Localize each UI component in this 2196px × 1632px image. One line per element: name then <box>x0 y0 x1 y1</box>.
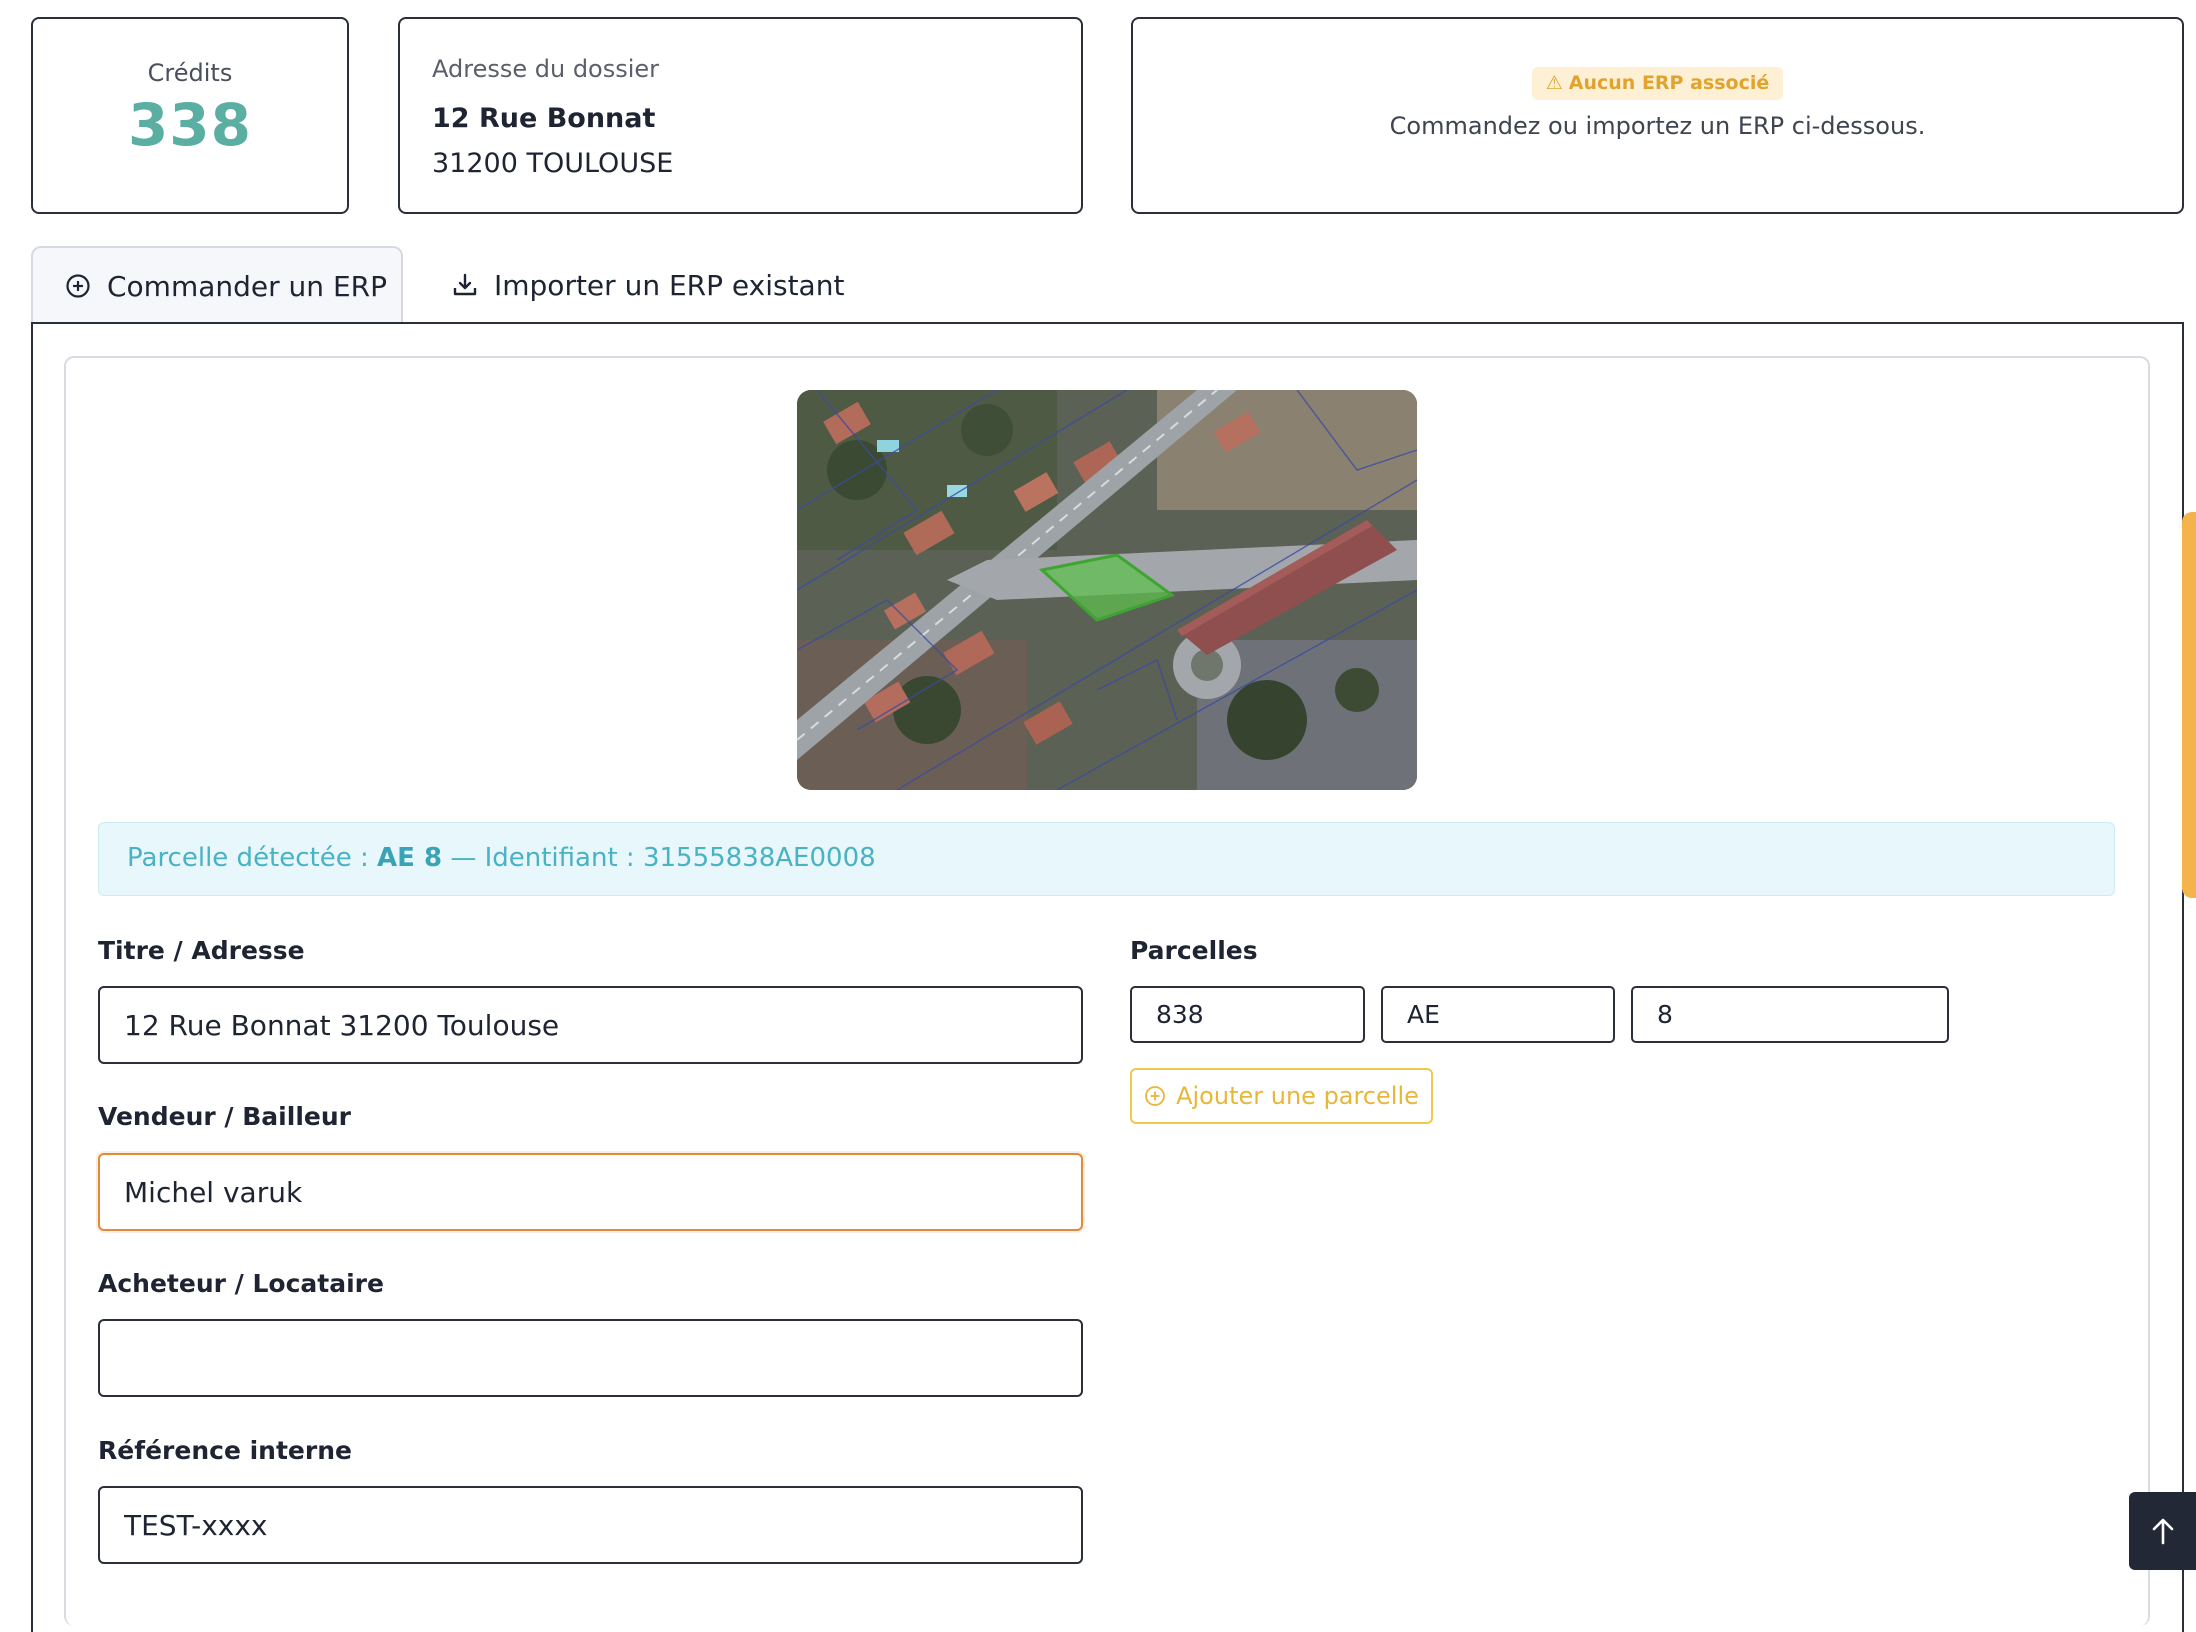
title-label: Titre / Adresse <box>98 936 305 965</box>
scroll-to-top-button[interactable] <box>2129 1492 2196 1570</box>
aerial-parcel-map <box>797 390 1417 790</box>
add-parcel-button[interactable]: Ajouter une parcelle <box>1130 1068 1433 1124</box>
address-label: Adresse du dossier <box>432 55 660 83</box>
erp-status-card: ⚠ Aucun ERP associé Commandez ou importez… <box>1131 17 2184 214</box>
buyer-label: Acheteur / Locataire <box>98 1269 384 1298</box>
parcels-label: Parcelles <box>1130 936 1258 965</box>
address-street: 12 Rue Bonnat <box>432 103 656 134</box>
erp-status-badge: ⚠ Aucun ERP associé <box>1531 67 1784 100</box>
parcel-section-input[interactable] <box>1381 986 1615 1043</box>
plus-circle-icon <box>65 273 91 299</box>
address-city: 31200 TOULOUSE <box>432 148 674 179</box>
credits-value: 338 <box>127 91 253 159</box>
download-icon <box>452 272 478 298</box>
side-panel-handle[interactable] <box>2182 512 2196 898</box>
erp-status-message: Commandez ou importez un ERP ci-dessous. <box>1389 112 1926 140</box>
parcel-prefix: Parcelle détectée : <box>127 843 378 873</box>
parcel-identifier: 31555838AE0008 <box>642 843 876 873</box>
tab-order-label: Commander un ERP <box>107 269 387 303</box>
buyer-input[interactable] <box>98 1319 1083 1397</box>
seller-label: Vendeur / Bailleur <box>98 1102 351 1131</box>
tab-order-erp[interactable]: Commander un ERP <box>31 246 403 324</box>
tab-import-erp[interactable]: Importer un ERP existant <box>452 246 872 324</box>
reference-label: Référence interne <box>98 1436 352 1465</box>
arrow-up-icon <box>2149 1516 2177 1546</box>
warning-icon: ⚠ <box>1545 72 1563 94</box>
parcel-detected-banner: Parcelle détectée : AE 8 — Identifiant :… <box>98 822 2115 896</box>
credits-label: Crédits <box>147 59 233 87</box>
address-card: Adresse du dossier 12 Rue Bonnat 31200 T… <box>398 17 1083 214</box>
parcel-commune-input[interactable] <box>1130 986 1365 1043</box>
parcel-separator: — Identifiant : <box>442 843 643 873</box>
parcel-number-input[interactable] <box>1631 986 1949 1043</box>
add-parcel-label: Ajouter une parcelle <box>1176 1082 1419 1110</box>
seller-input[interactable] <box>98 1153 1083 1231</box>
title-input[interactable] <box>98 986 1083 1064</box>
tab-import-label: Importer un ERP existant <box>494 268 845 302</box>
erp-status-badge-text: Aucun ERP associé <box>1568 72 1770 94</box>
parcel-code: AE 8 <box>377 843 443 873</box>
reference-input[interactable] <box>98 1486 1083 1564</box>
plus-circle-icon <box>1144 1085 1166 1107</box>
credits-card: Crédits 338 <box>31 17 349 214</box>
